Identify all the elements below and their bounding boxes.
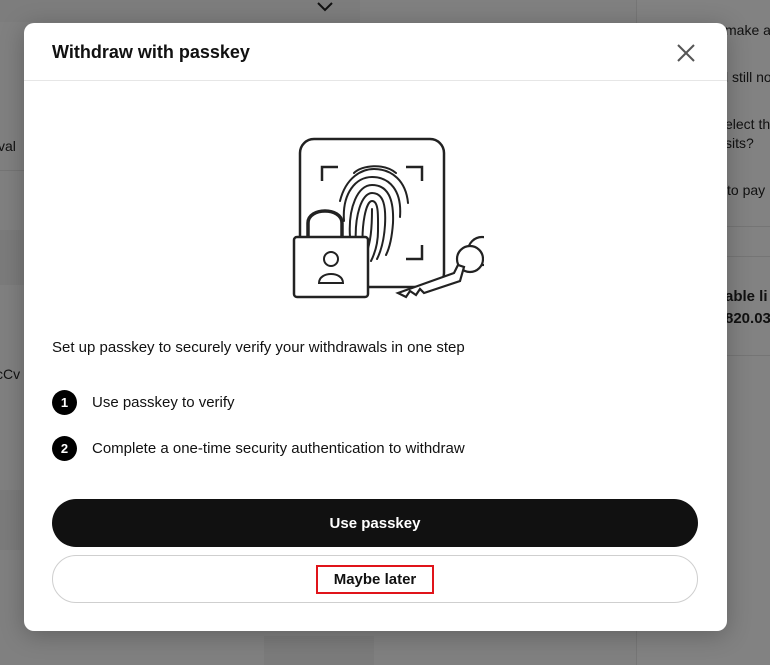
dialog-intro-text: Set up passkey to securely verify your w… [52,339,465,356]
step-number-badge: 1 [52,389,77,415]
step-number-badge: 2 [52,435,77,461]
close-button[interactable] [675,42,697,64]
maybe-later-label: Maybe later [315,564,435,594]
passkey-illustration [292,137,484,299]
use-passkey-button[interactable]: Use passkey [52,499,698,547]
step-item: 1 Use passkey to verify [52,389,235,415]
step-item: 2 Complete a one-time security authentic… [52,435,465,461]
dialog-header: Withdraw with passkey [24,23,727,81]
dialog-title: Withdraw with passkey [52,42,250,62]
maybe-later-button[interactable]: Maybe later [52,555,698,603]
step-text: Use passkey to verify [92,393,235,411]
close-icon [677,44,695,62]
step-text: Complete a one-time security authenticat… [92,439,465,457]
withdraw-passkey-dialog: Withdraw with passkey Set up passkey to … [24,23,727,631]
